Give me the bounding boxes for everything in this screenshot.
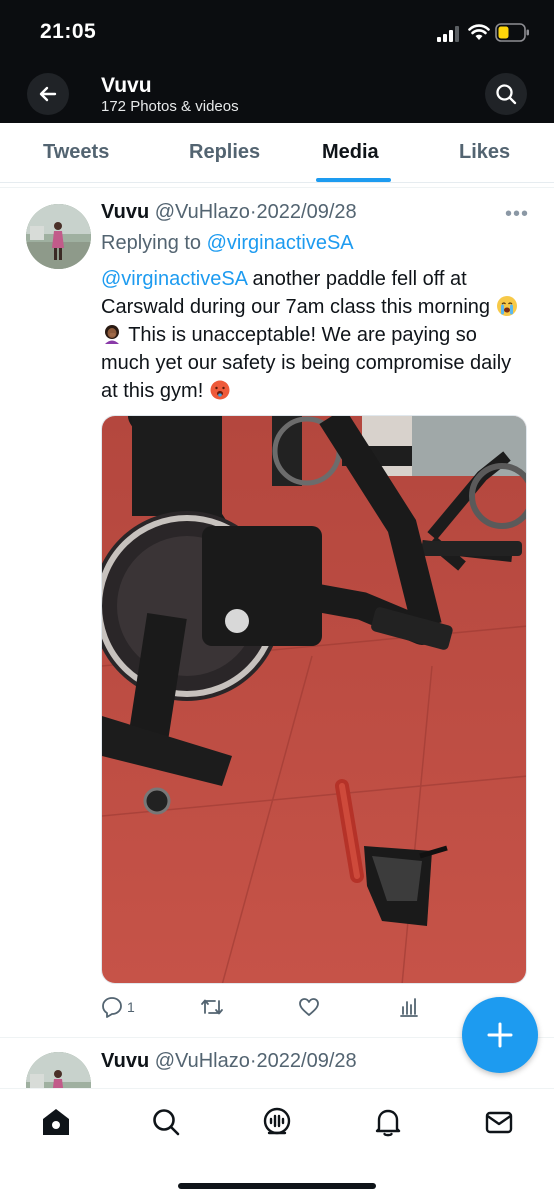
- active-tab-indicator: [316, 178, 391, 182]
- mention-link[interactable]: @virginactiveSA: [101, 268, 247, 290]
- tweet-header: Vuvu @VuHlazo·2022/09/28: [101, 201, 357, 224]
- wifi-icon: [468, 24, 490, 40]
- profile-name: Vuvu: [101, 74, 152, 97]
- search-icon: [496, 84, 517, 105]
- tweet-text-part2: This is unacceptable! We are paying so m…: [101, 324, 512, 402]
- profile-tabs: Tweets Replies Media Likes: [0, 123, 554, 183]
- tab-tweets[interactable]: Tweets: [43, 141, 109, 164]
- arrow-left-icon: [39, 86, 57, 102]
- reply-button[interactable]: 1: [101, 996, 135, 1018]
- search-icon[interactable]: [151, 1107, 181, 1137]
- battery-icon: [495, 23, 529, 42]
- tweet-date[interactable]: 2022/09/28: [257, 201, 357, 223]
- profile-header: 21:05 Vuvu 172 Photos & videos: [0, 0, 554, 123]
- analytics-button[interactable]: [398, 996, 420, 1018]
- notifications-icon[interactable]: [373, 1107, 403, 1137]
- media-count: 172 Photos & videos: [101, 98, 239, 115]
- tab-likes[interactable]: Likes: [459, 141, 510, 164]
- tweet-actions: 1: [101, 996, 521, 1022]
- retweet-icon: [201, 999, 223, 1015]
- messages-icon[interactable]: [484, 1107, 514, 1137]
- replying-prefix: Replying to: [101, 232, 207, 254]
- more-options-icon[interactable]: •••: [505, 203, 529, 226]
- gym-pedal-photo: [102, 416, 526, 983]
- hot-face-emoji: [210, 380, 230, 400]
- tab-replies[interactable]: Replies: [189, 141, 260, 164]
- divider: [0, 187, 554, 188]
- search-button[interactable]: [485, 73, 527, 115]
- home-indicator: [178, 1183, 376, 1189]
- home-icon[interactable]: [41, 1107, 71, 1137]
- like-button[interactable]: [298, 996, 324, 1018]
- plus-icon: [487, 1022, 513, 1048]
- tab-media[interactable]: Media: [322, 141, 379, 164]
- meta-separator: ·: [249, 1050, 257, 1072]
- author-handle[interactable]: @VuHlazo: [155, 201, 250, 223]
- reply-icon: [102, 997, 122, 1018]
- cellular-signal-icon: [437, 26, 459, 42]
- retweet-button[interactable]: [200, 996, 228, 1018]
- tweet-header: Vuvu @VuHlazo·2022/09/28: [101, 1050, 357, 1073]
- spaces-icon[interactable]: [262, 1107, 292, 1137]
- tweet-date[interactable]: 2022/09/28: [257, 1050, 357, 1072]
- replying-to: Replying to @virginactiveSA: [101, 232, 354, 255]
- author-name[interactable]: Vuvu: [101, 201, 149, 223]
- compose-tweet-button[interactable]: [462, 997, 538, 1073]
- reply-count: 1: [127, 999, 135, 1015]
- avatar[interactable]: [26, 204, 91, 269]
- tweet-text: @virginactiveSA another paddle fell off …: [101, 265, 531, 405]
- replying-to-link[interactable]: @virginactiveSA: [207, 232, 354, 254]
- back-button[interactable]: [27, 73, 69, 115]
- analytics-icon: [400, 998, 418, 1017]
- crying-face-emoji: [496, 296, 517, 316]
- author-name[interactable]: Vuvu: [101, 1050, 149, 1072]
- tweet-media-image[interactable]: [101, 415, 527, 984]
- heart-icon: [299, 998, 319, 1016]
- meta-separator: ·: [249, 201, 257, 223]
- status-time: 21:05: [40, 20, 97, 43]
- author-handle[interactable]: @VuHlazo: [155, 1050, 250, 1072]
- woman-facepalming-emoji: [102, 324, 122, 344]
- status-bar: 21:05: [0, 0, 554, 64]
